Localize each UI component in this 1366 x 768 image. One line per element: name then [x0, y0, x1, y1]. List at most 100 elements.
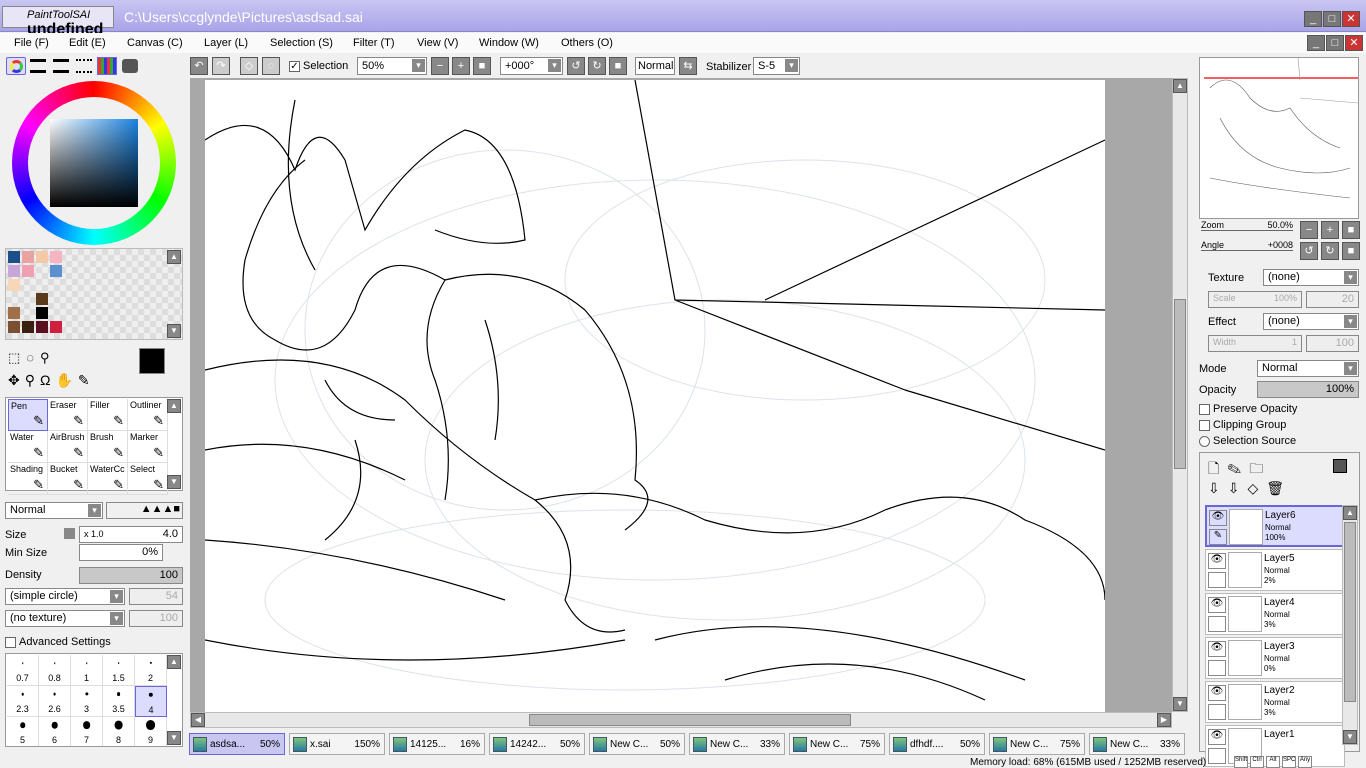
color-wheel-tab[interactable] [6, 57, 26, 75]
tool-outliner[interactable]: Outliner ✎ [128, 399, 168, 431]
visibility-eye-icon[interactable]: 👁 [1209, 510, 1227, 526]
effect-strength-field[interactable]: 100 [1306, 335, 1359, 352]
nav-zoom-reset-button[interactable]: ■ [1342, 221, 1360, 239]
brush-size-preset[interactable]: 7 [71, 717, 103, 746]
brush-size-preset[interactable]: 9 [135, 717, 167, 746]
tool-select[interactable]: Select ✎ [128, 463, 168, 495]
maximize-button[interactable]: □ [1323, 11, 1341, 27]
clipping-group-checkbox[interactable]: Clipping Group [1199, 419, 1286, 431]
navigator-zoom-slider[interactable]: Zoom 50.0% [1201, 220, 1293, 231]
layer-buttons-row1[interactable]: 🗋✎🗀 [1208, 458, 1271, 482]
deselect-button[interactable]: ◇ [240, 57, 258, 75]
layer-mode-select[interactable]: Normal [1257, 360, 1359, 377]
swatch-scroll-down[interactable]: ▼ [167, 324, 181, 338]
document-tab[interactable]: New C... 75% [989, 733, 1085, 755]
layer-lock-toggle[interactable] [1208, 616, 1226, 632]
undo-button[interactable]: ↶ [190, 57, 208, 75]
texture-scale-field[interactable]: Scale 100% [1208, 291, 1302, 308]
brush-shape-select[interactable]: (simple circle) [5, 588, 125, 605]
document-tab[interactable]: asdsa... 50% [189, 733, 285, 755]
brush-size-preset[interactable]: 5 [7, 717, 39, 746]
menu-edit[interactable]: Edit (E) [69, 37, 106, 49]
nav-rotate-right-button[interactable]: ↻ [1321, 242, 1339, 260]
brush-edge-shapes[interactable]: ▲▲▲■ [106, 502, 183, 519]
layer-item[interactable]: 👁 Layer4 Normal 3% [1205, 593, 1345, 635]
canvas-vertical-scrollbar[interactable]: ▲ ▼ [1172, 78, 1188, 712]
nav-zoom-in-button[interactable]: + [1321, 221, 1339, 239]
tool-brush[interactable]: Brush ✎ [88, 431, 128, 463]
brush-size-preset[interactable]: 0.8 [39, 655, 71, 686]
tool-bucket[interactable]: Bucket ✎ [48, 463, 88, 495]
document-tab[interactable]: New C... 50% [589, 733, 685, 755]
layer-lock-toggle[interactable] [1208, 704, 1226, 720]
color-mixer-tab[interactable] [76, 59, 92, 73]
menu-view[interactable]: View (V) [417, 37, 458, 49]
brush-size-preset[interactable]: 2.6 [39, 686, 71, 717]
brush-size-preset[interactable]: 1 [71, 655, 103, 686]
tool-watercc[interactable]: WaterCc ✎ [88, 463, 128, 495]
color-wheel[interactable] [12, 81, 176, 245]
layer-lock-toggle[interactable] [1208, 748, 1226, 764]
new-mask-button[interactable] [1333, 459, 1347, 473]
visibility-eye-icon[interactable]: 👁 [1208, 597, 1226, 613]
menu-canvas[interactable]: Canvas (C) [127, 37, 183, 49]
vertical-scroll-thumb[interactable] [1174, 299, 1186, 469]
tool-marker[interactable]: Marker ✎ [128, 431, 168, 463]
rotate-reset-button[interactable]: ■ [609, 57, 627, 75]
effect-select[interactable]: (none) [1263, 313, 1359, 330]
menu-layer[interactable]: Layer (L) [204, 37, 248, 49]
brush-size-preset[interactable]: 1.5 [103, 655, 135, 686]
tool-water[interactable]: Water ✎ [8, 431, 48, 463]
visibility-eye-icon[interactable]: 👁 [1208, 685, 1226, 701]
doc-minimize-button[interactable]: _ [1307, 35, 1325, 51]
rgb-slider-tab[interactable] [30, 59, 46, 73]
brush-size-preset[interactable]: 2.3 [7, 686, 39, 717]
layer-item[interactable]: 👁 ✎ Layer6 Normal 100% [1205, 505, 1345, 547]
invert-selection-button[interactable]: ◌ [262, 57, 280, 75]
hsv-slider-tab[interactable] [53, 59, 69, 73]
size-range-button[interactable] [64, 528, 75, 539]
menu-window[interactable]: Window (W) [479, 37, 539, 49]
navigator-angle-slider[interactable]: Angle +0008 [1201, 240, 1293, 251]
brush-size-preset[interactable]: 4 [135, 686, 167, 717]
rotate-left-button[interactable]: ↺ [567, 57, 585, 75]
tool-airbrush[interactable]: AirBrush ✎ [48, 431, 88, 463]
navigator-preview[interactable] [1199, 57, 1359, 219]
brush-size-preset[interactable]: 0.7 [7, 655, 39, 686]
layer-item[interactable]: 👁 Layer3 Normal 0% [1205, 637, 1345, 679]
size-slider[interactable]: x 1.0 4.0 [79, 526, 183, 543]
document-tab[interactable]: New C... 33% [1089, 733, 1185, 755]
document-tab[interactable]: 14242... 50% [489, 733, 585, 755]
primary-color[interactable] [139, 348, 165, 374]
scratchpad-tab[interactable] [122, 59, 138, 73]
layer-buttons-row2[interactable]: ⇩⇩◇🗑 [1208, 480, 1292, 497]
zoom-out-button[interactable]: − [431, 57, 449, 75]
tool-filler[interactable]: Filler ✎ [88, 399, 128, 431]
menu-file[interactable]: File (F) [14, 37, 49, 49]
layer-opacity-slider[interactable]: 100% [1257, 381, 1359, 398]
min-size-slider[interactable]: 0% [79, 544, 163, 561]
minimize-button[interactable]: _ [1304, 11, 1322, 27]
doc-restore-button[interactable]: □ [1326, 35, 1344, 51]
nav-rotate-left-button[interactable]: ↺ [1300, 242, 1318, 260]
zoom-reset-button[interactable]: ■ [473, 57, 491, 75]
redo-button[interactable]: ↷ [212, 57, 230, 75]
stabilizer-select[interactable]: S-5 [753, 57, 800, 75]
selection-checkbox[interactable]: ✓ Selection [289, 60, 348, 72]
swatches-tab[interactable] [97, 57, 117, 75]
visibility-eye-icon[interactable]: 👁 [1208, 641, 1226, 657]
advanced-settings-checkbox[interactable]: Advanced Settings [5, 636, 111, 648]
canvas-horizontal-scrollbar[interactable]: ◀ ▶ [190, 712, 1172, 728]
brush-size-preset[interactable]: 3 [71, 686, 103, 717]
nav-rotate-reset-button[interactable]: ■ [1342, 242, 1360, 260]
brush-size-preset[interactable]: 6 [39, 717, 71, 746]
texture-select[interactable]: (none) [1263, 269, 1359, 286]
document-tab[interactable]: New C... 75% [789, 733, 885, 755]
rotate-right-button[interactable]: ↻ [588, 57, 606, 75]
nav-zoom-out-button[interactable]: − [1300, 221, 1318, 239]
brush-size-preset[interactable]: 2 [135, 655, 167, 686]
blend-mode-button[interactable]: Normal [635, 57, 675, 75]
selection-source-radio[interactable]: Selection Source [1199, 435, 1296, 447]
tool-pen[interactable]: Pen ✎ [8, 399, 48, 431]
drawing-canvas[interactable] [205, 80, 1105, 712]
